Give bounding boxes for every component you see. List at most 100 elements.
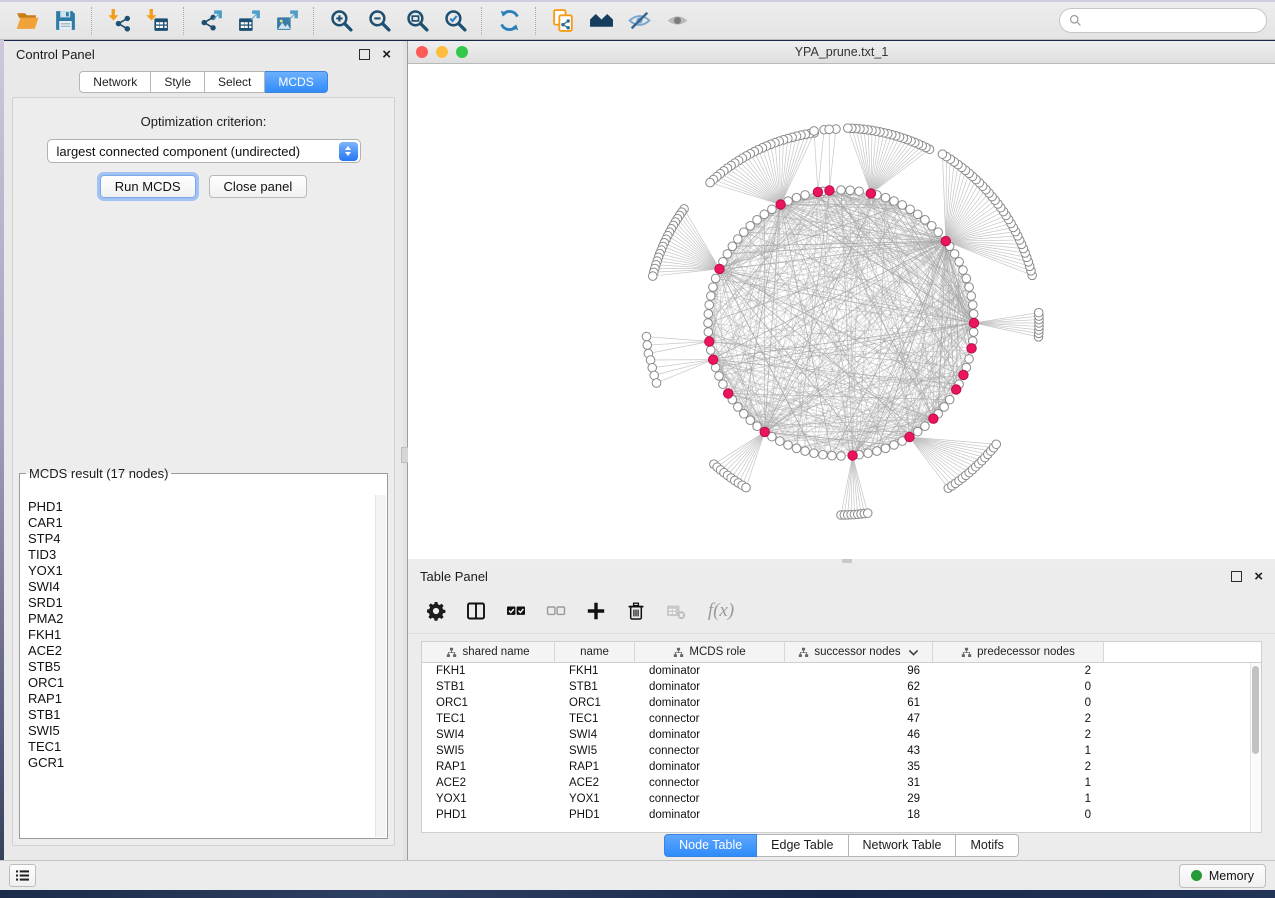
- close-panel-button[interactable]: Close panel: [209, 175, 308, 198]
- zoom-selected-button[interactable]: [436, 5, 474, 37]
- tab-style[interactable]: Style: [151, 71, 205, 93]
- import-network-button[interactable]: [100, 5, 138, 37]
- search-field[interactable]: [1059, 8, 1267, 33]
- table-row[interactable]: ORC1ORC1dominator610: [422, 695, 1251, 711]
- cell-name: RAP1: [555, 761, 635, 773]
- column-header-shared-name[interactable]: shared name: [422, 642, 555, 662]
- cell-predecessor-nodes: 1: [933, 777, 1104, 789]
- tab-select[interactable]: Select: [205, 71, 265, 93]
- mcds-result-box: MCDS result (17 nodes) PHD1CAR1STP4TID3Y…: [19, 466, 388, 839]
- table-body: FKH1FKH1dominator962STB1STB1dominator620…: [422, 663, 1251, 832]
- network-graph[interactable]: [408, 64, 1275, 559]
- network-window: YPA_prune.txt_1: [408, 41, 1275, 559]
- criterion-select[interactable]: largest connected component (undirected): [47, 139, 361, 163]
- table-row[interactable]: YOX1YOX1connector291: [422, 791, 1251, 807]
- mcds-result-item[interactable]: ORC1: [28, 675, 375, 691]
- table-panel: Table Panel × f(x) shared namenameMCDS r…: [408, 563, 1275, 860]
- first-neighbors-button[interactable]: [582, 5, 620, 37]
- import-table-button[interactable]: [138, 5, 176, 37]
- mcds-result-item[interactable]: PHD1: [28, 499, 375, 515]
- mcds-result-item[interactable]: FKH1: [28, 627, 375, 643]
- column-header-successor-nodes[interactable]: successor nodes: [785, 642, 933, 662]
- cell-name: SWI5: [555, 745, 635, 757]
- tab-network-table[interactable]: Network Table: [849, 834, 957, 857]
- split-view-button[interactable]: [462, 597, 490, 625]
- column-header-predecessor-nodes[interactable]: predecessor nodes: [933, 642, 1104, 662]
- table-scrollbar[interactable]: [1250, 663, 1261, 832]
- search-input[interactable]: [1087, 13, 1257, 29]
- add-column-button[interactable]: [582, 597, 610, 625]
- mcds-result-item[interactable]: ACE2: [28, 643, 375, 659]
- float-panel-icon[interactable]: [1231, 571, 1242, 582]
- cell-shared-name: STB1: [422, 681, 555, 693]
- table-row[interactable]: STB1STB1dominator620: [422, 679, 1251, 695]
- control-panel-title: Control Panel: [16, 47, 95, 62]
- list-icon: [15, 869, 30, 882]
- desktop-wallpaper-bottom: [0, 890, 1275, 898]
- settings-button[interactable]: [422, 597, 450, 625]
- deselect-all-button[interactable]: [542, 597, 570, 625]
- refresh-button[interactable]: [490, 5, 528, 37]
- export-network-button[interactable]: [192, 5, 230, 37]
- zoom-fit-button[interactable]: [398, 5, 436, 37]
- hide-selected-button[interactable]: [620, 5, 658, 37]
- delete-column-button[interactable]: [622, 597, 650, 625]
- mcds-result-item[interactable]: GCR1: [28, 755, 375, 771]
- memory-status-icon: [1191, 870, 1202, 881]
- column-header-name[interactable]: name: [555, 642, 635, 662]
- show-all-button[interactable]: [658, 5, 696, 37]
- mcds-result-item[interactable]: SRD1: [28, 595, 375, 611]
- table-row[interactable]: PHD1PHD1dominator180: [422, 807, 1251, 823]
- table-row[interactable]: ACE2ACE2connector311: [422, 775, 1251, 791]
- mcds-result-item[interactable]: STB1: [28, 707, 375, 723]
- tab-mcds[interactable]: MCDS: [265, 71, 327, 93]
- float-panel-icon[interactable]: [359, 49, 370, 60]
- mcds-result-item[interactable]: RAP1: [28, 691, 375, 707]
- close-panel-icon[interactable]: ×: [1254, 569, 1263, 584]
- column-header-MCDS-role[interactable]: MCDS role: [635, 642, 785, 662]
- export-table-button[interactable]: [230, 5, 268, 37]
- close-panel-icon[interactable]: ×: [382, 47, 391, 62]
- table-row[interactable]: SWI4SWI4dominator462: [422, 727, 1251, 743]
- tab-motifs[interactable]: Motifs: [956, 834, 1018, 857]
- memory-button[interactable]: Memory: [1179, 864, 1266, 888]
- cell-MCDS-role: dominator: [635, 729, 785, 741]
- function-icon: f(x): [708, 600, 734, 622]
- export-image-button[interactable]: [268, 5, 306, 37]
- mcds-result-item[interactable]: TID3: [28, 547, 375, 563]
- mcds-result-item[interactable]: SWI5: [28, 723, 375, 739]
- mcds-panel: Optimization criterion: largest connecte…: [12, 97, 395, 846]
- mcds-result-item[interactable]: YOX1: [28, 563, 375, 579]
- zoom-out-button[interactable]: [360, 5, 398, 37]
- network-canvas[interactable]: [408, 64, 1275, 559]
- toolbar-separator: [313, 7, 315, 35]
- cell-predecessor-nodes: 0: [933, 809, 1104, 821]
- mcds-result-item[interactable]: CAR1: [28, 515, 375, 531]
- scrollbar-thumb[interactable]: [1252, 666, 1259, 754]
- tab-edge-table[interactable]: Edge Table: [757, 834, 848, 857]
- cell-successor-nodes: 46: [785, 729, 933, 741]
- panel-menu-button[interactable]: [9, 864, 36, 887]
- select-all-button[interactable]: [502, 597, 530, 625]
- table-row[interactable]: FKH1FKH1dominator962: [422, 663, 1251, 679]
- table-row[interactable]: TEC1TEC1connector472: [422, 711, 1251, 727]
- clone-network-button[interactable]: [544, 5, 582, 37]
- mcds-result-item[interactable]: PMA2: [28, 611, 375, 627]
- open-file-button[interactable]: [8, 5, 46, 37]
- run-mcds-button[interactable]: Run MCDS: [100, 175, 196, 198]
- cell-successor-nodes: 18: [785, 809, 933, 821]
- zoom-in-button[interactable]: [322, 5, 360, 37]
- table-row[interactable]: SWI5SWI5connector431: [422, 743, 1251, 759]
- mcds-result-item[interactable]: TEC1: [28, 739, 375, 755]
- main-toolbar: [0, 2, 1275, 40]
- cell-MCDS-role: dominator: [635, 809, 785, 821]
- save-session-button[interactable]: [46, 5, 84, 37]
- tab-network[interactable]: Network: [79, 71, 151, 93]
- mcds-list-scrollbar[interactable]: [375, 495, 386, 837]
- table-row[interactable]: RAP1RAP1dominator352: [422, 759, 1251, 775]
- mcds-result-item[interactable]: STP4: [28, 531, 375, 547]
- import-table-icon: [145, 8, 170, 33]
- mcds-result-item[interactable]: STB5: [28, 659, 375, 675]
- mcds-result-item[interactable]: SWI4: [28, 579, 375, 595]
- tab-node-table[interactable]: Node Table: [664, 834, 757, 857]
